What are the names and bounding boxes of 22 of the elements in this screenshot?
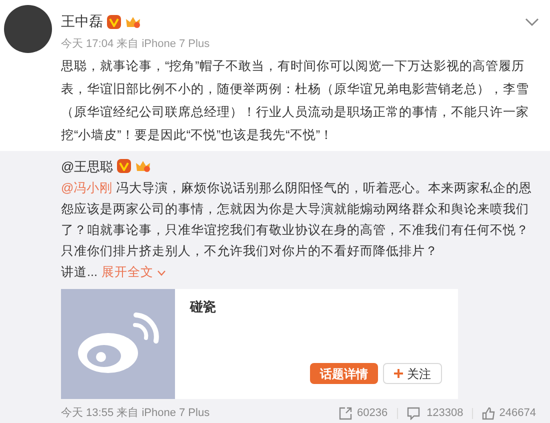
comment-icon[interactable]: [406, 406, 420, 420]
post-text: 思聪，就事论事，“挖角”帽子不敢当，有时间你可以阅览一下万达影视的高管履历表，华谊旧部比例不小的，随便举两例：杜杨（原华谊兄弟电影营销老总），李雪（原华谊经纪公司联席总经理）！行业人员流动是职场正常的事情，不能只许一家挖“小墙皮”！要是因此“不悦”也该是我先“不悦”！: [61, 58, 530, 144]
level-badge-icon: [135, 159, 152, 174]
repost-count: 60236: [356, 406, 388, 421]
avatar[interactable]: [4, 5, 52, 53]
chevron-down-icon[interactable]: [525, 16, 539, 26]
like-count: 246674: [499, 406, 536, 421]
repost-author-name[interactable]: @王思聪: [61, 156, 114, 176]
truncated-text: 讲道...: [61, 264, 98, 281]
topic-card[interactable]: 碰瓷 话题详情 关注: [61, 289, 458, 399]
plus-icon: [394, 369, 403, 378]
share-icon[interactable]: [338, 406, 352, 420]
follow-button[interactable]: 关注: [383, 363, 442, 384]
thumbs-up-icon[interactable]: [482, 406, 496, 420]
chevron-down-icon: [157, 270, 166, 276]
comment-count: 123308: [426, 406, 464, 421]
post-time: 今天 17:04 来自 iPhone 7 Plus: [61, 37, 211, 52]
repost-time: 今天 13:55 来自 iPhone 7 Plus: [61, 406, 210, 421]
repost-text: @冯小刚 冯大导演，麻烦你说话别那么阴阳怪气的，听着恶心。本来两家私企的恩怨应该是两家公司的事情，怎就因为你是大导演就能煽动网络群众和舆论来喷我们了？咱就事论事，只准华谊挖我们有敬业协议在身的高管，不准我们有任何不悦？只准你们排片挤走别人，不允许我们对你片的不看好而降低排片？: [61, 180, 534, 260]
level-badge-icon: [125, 14, 141, 28]
topic-title: 碰瓷: [190, 298, 217, 316]
author-name[interactable]: 王中磊: [61, 11, 103, 32]
